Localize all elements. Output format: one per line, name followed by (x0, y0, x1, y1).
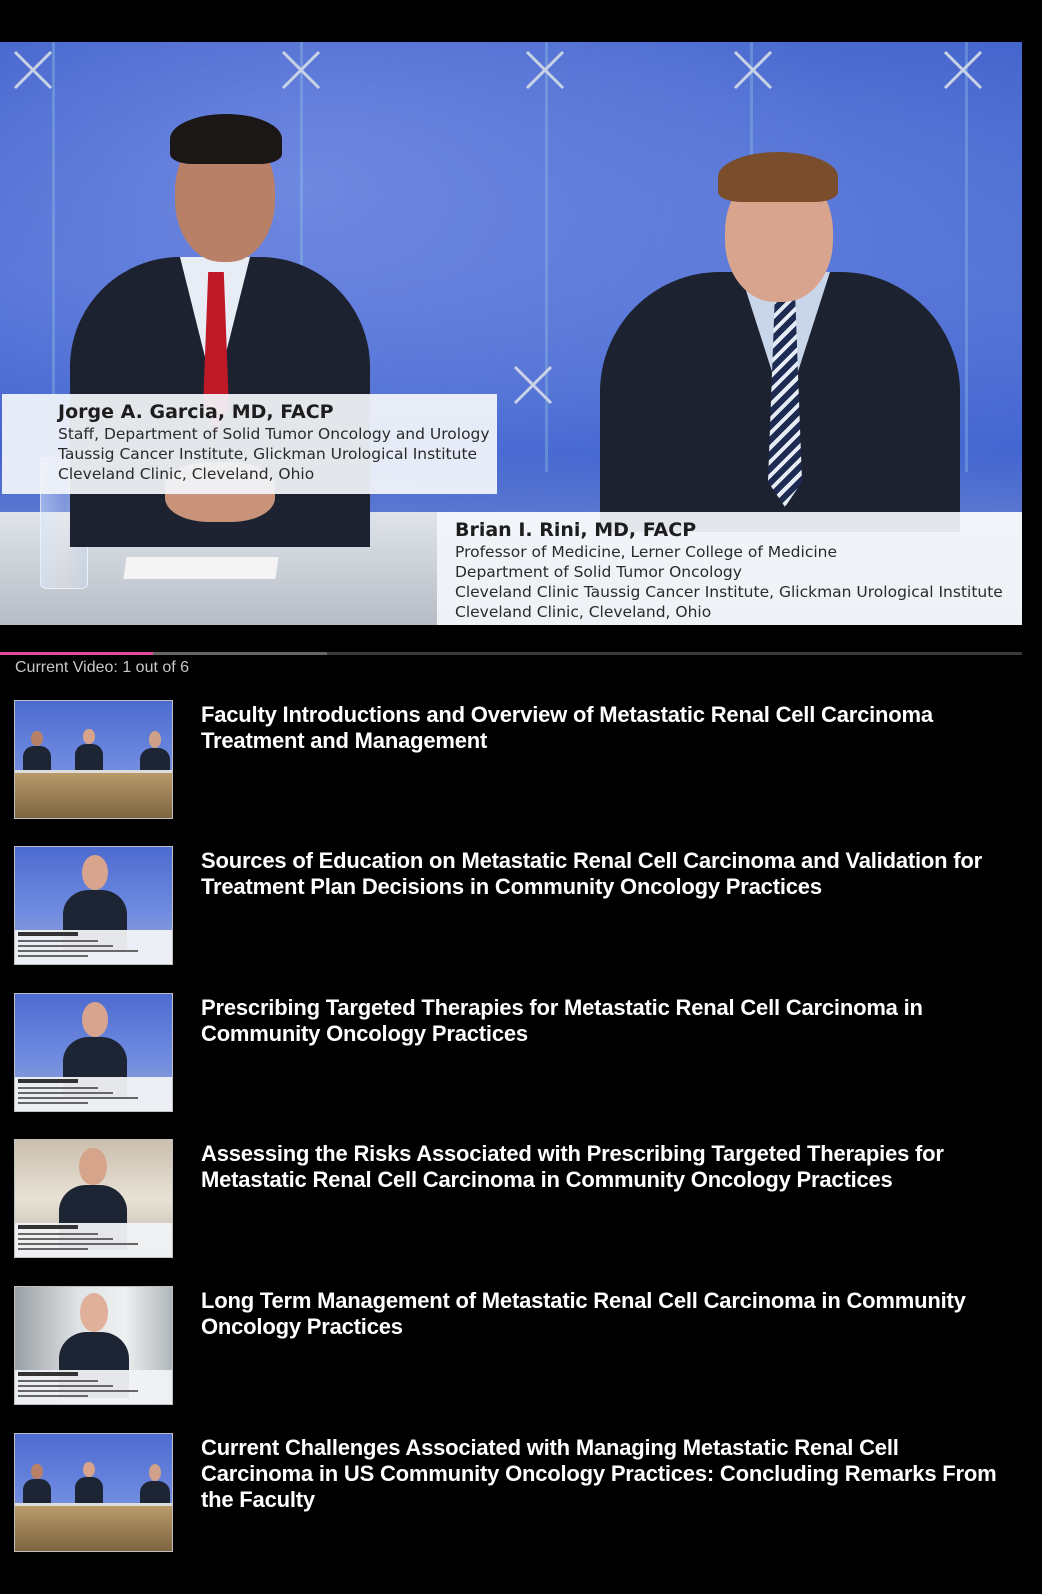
video-thumbnail[interactable] (14, 1433, 173, 1552)
speaker-1-caption: Jorge A. Garcia, MD, FACP Staff, Departm… (2, 394, 497, 494)
current-video-indicator: Current Video: 1 out of 6 (15, 659, 190, 676)
video-thumbnail[interactable] (14, 993, 173, 1112)
speaker-1-affiliation: Staff, Department of Solid Tumor Oncolog… (58, 425, 490, 443)
video-thumbnail[interactable] (14, 700, 173, 819)
glass-fitting-icon (513, 365, 553, 405)
playlist-item[interactable]: Assessing the Risks Associated with Pres… (0, 1139, 1042, 1261)
speaker-1-affiliation: Taussig Cancer Institute, Glickman Urolo… (58, 445, 478, 463)
speaker-2-caption: Brian I. Rini, MD, FACP Professor of Med… (437, 512, 1022, 625)
notepad (123, 557, 279, 579)
playlist-item[interactable]: Faculty Introductions and Overview of Me… (0, 700, 1042, 822)
video-title[interactable]: Long Term Management of Metastatic Renal… (201, 1288, 1001, 1340)
video-title[interactable]: Sources of Education on Metastatic Renal… (201, 848, 1001, 900)
progress-bar[interactable] (0, 652, 1022, 655)
playlist-item[interactable]: Prescribing Targeted Therapies for Metas… (0, 993, 1042, 1115)
glass-fitting-icon (733, 50, 773, 90)
video-player[interactable]: Jorge A. Garcia, MD, FACP Staff, Departm… (0, 0, 1042, 665)
video-title[interactable]: Current Challenges Associated with Manag… (201, 1435, 1001, 1513)
speaker-1-affiliation: Cleveland Clinic, Cleveland, Ohio (58, 465, 315, 483)
video-frame[interactable]: Jorge A. Garcia, MD, FACP Staff, Departm… (0, 42, 1022, 625)
speaker-2-figure (600, 102, 960, 532)
speaker-2-affiliation: Department of Solid Tumor Oncology (455, 563, 742, 581)
speaker-2-affiliation: Professor of Medicine, Lerner College of… (455, 543, 838, 561)
speaker-2-affiliation: Cleveland Clinic, Cleveland, Ohio (455, 603, 712, 621)
video-thumbnail[interactable] (14, 1286, 173, 1405)
video-thumbnail[interactable] (14, 846, 173, 965)
speaker-2-name: Brian I. Rini, MD, FACP (455, 519, 697, 541)
playlist-item[interactable]: Sources of Education on Metastatic Renal… (0, 846, 1042, 968)
glass-fitting-icon (525, 50, 565, 90)
backdrop-stripe (965, 42, 968, 472)
video-title[interactable]: Prescribing Targeted Therapies for Metas… (201, 995, 1001, 1047)
glass-fitting-icon (943, 50, 983, 90)
playlist-item[interactable]: Current Challenges Associated with Manag… (0, 1433, 1042, 1555)
speaker-2-affiliation: Cleveland Clinic Taussig Cancer Institut… (455, 583, 1003, 601)
video-thumbnail[interactable] (14, 1139, 173, 1258)
speaker-1-name: Jorge A. Garcia, MD, FACP (58, 401, 334, 423)
glass-fitting-icon (13, 50, 53, 90)
playlist-item[interactable]: Long Term Management of Metastatic Renal… (0, 1286, 1042, 1408)
video-title[interactable]: Faculty Introductions and Overview of Me… (201, 702, 1001, 754)
progress-played (0, 652, 153, 655)
video-title[interactable]: Assessing the Risks Associated with Pres… (201, 1141, 1001, 1193)
